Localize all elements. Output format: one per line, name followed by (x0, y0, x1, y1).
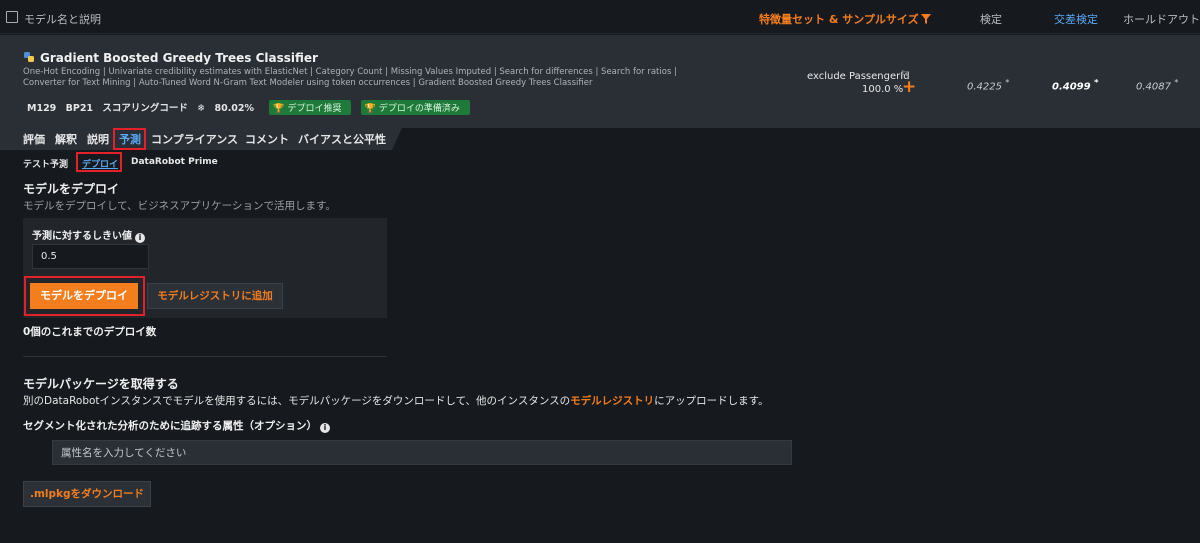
cv-score: 0.4099 * (1052, 77, 1098, 92)
attribute-label: セグメント化された分析のために追跡する属性（オプション） i (23, 418, 330, 433)
attribute-label-text: セグメント化された分析のために追跡する属性（オプション） (23, 420, 317, 432)
download-mlpkg-button[interactable]: .mlpkgをダウンロード (23, 481, 151, 507)
model-title[interactable]: Gradient Boosted Greedy Trees Classifier (40, 51, 318, 65)
cross-validation-column-header[interactable]: 交差検定 (1054, 11, 1098, 27)
tab-evaluate[interactable]: 評価 (23, 131, 45, 147)
feature-set-label: 特徴量セット & サンプルサイズ (759, 13, 919, 26)
model-tabs: 評価 解釈 説明 予測 コンプライアンス コメント バイアスと公平性 (0, 128, 402, 150)
cv-score-value: 0.4099 (1052, 81, 1091, 93)
tab-comments[interactable]: コメント (245, 131, 289, 147)
validation-column-header[interactable]: 検定 (980, 11, 1002, 27)
validation-score: 0.4225 * (967, 77, 1009, 92)
tab-describe[interactable]: 説明 (87, 131, 109, 147)
model-card[interactable]: Gradient Boosted Greedy Trees Classifier… (0, 35, 1200, 128)
scoring-code-label: スコアリングコード (102, 103, 188, 114)
add-to-registry-button[interactable]: モデルレジストリに追加 (147, 283, 283, 309)
tab-bias-fairness[interactable]: バイアスと公平性 (298, 131, 386, 147)
model-name-column-header[interactable]: モデル名と説明 (24, 11, 101, 27)
score-marker: * (1094, 77, 1099, 87)
info-icon[interactable]: i (135, 233, 145, 243)
deploy-model-button[interactable]: モデルをデプロイ (30, 283, 138, 309)
recommended-badge: 🏆 デプロイ推奨 (269, 100, 352, 115)
package-description: 別のDataRobotインスタンスでモデルを使用するには、モデルパッケージをダウ… (23, 393, 769, 408)
ready-badge-label: デプロイの準備済み (378, 104, 460, 114)
threshold-label: 予測に対するしきい値 i (32, 227, 145, 243)
sample-size: 100.0 % (862, 84, 904, 95)
snowflake-icon: ❄ (197, 103, 206, 114)
subtab-test-predictions[interactable]: テスト予測 (23, 157, 68, 170)
section-divider (23, 356, 387, 357)
info-icon[interactable]: i (320, 423, 330, 433)
threshold-label-text: 予測に対するしきい値 (32, 231, 132, 242)
python-icon (24, 52, 34, 62)
feature-set-column-header[interactable]: 特徴量セット & サンプルサイズ (759, 11, 931, 27)
deploy-subtitle: モデルをデプロイして、ビジネスアプリケーションで活用します。 (23, 200, 336, 212)
recommended-badge-label: デプロイ推奨 (287, 104, 342, 114)
model-description: One-Hot Encoding | Univariate credibilit… (23, 67, 677, 88)
select-all-checkbox[interactable] (6, 11, 18, 23)
deploy-title: モデルをデプロイ (23, 182, 120, 196)
validation-score-value: 0.4225 (967, 81, 1002, 93)
subtab-datarobot-prime[interactable]: DataRobot Prime (131, 157, 218, 167)
model-meta: M129 BP21 スコアリングコード ❄ 80.02% 🏆 デプロイ推奨 🏆 … (27, 100, 476, 115)
model-id: M129 (27, 103, 57, 114)
holdout-score: 0.4087 * (1136, 77, 1178, 92)
tab-understand[interactable]: 解釈 (55, 131, 77, 147)
package-text-after: にアップロードします。 (654, 395, 769, 407)
model-registry-link[interactable]: モデルレジストリ (570, 395, 654, 407)
package-title: モデルパッケージを取得する (23, 377, 179, 391)
attribute-input[interactable] (52, 440, 792, 465)
tab-compliance[interactable]: コンプライアンス (151, 131, 238, 147)
deployment-count: 0個のこれまでのデプロイ数 (23, 326, 157, 338)
add-sample-size-icon[interactable]: + (902, 79, 916, 96)
threshold-input[interactable]: 0.5 (32, 244, 149, 269)
predict-tab-highlight (113, 128, 146, 150)
score-marker: * (1005, 77, 1010, 87)
score-marker: * (1174, 77, 1179, 87)
deploy-subtab-highlight (76, 152, 122, 172)
leaderboard-header: モデル名と説明 特徴量セット & サンプルサイズ 検定 交差検定 ホールドアウト (0, 0, 1200, 34)
accuracy-metric: ❄ 80.02% (197, 103, 260, 114)
filter-icon[interactable] (920, 14, 931, 24)
blueprint-id: BP21 (65, 103, 94, 114)
holdout-score-value: 0.4087 (1136, 81, 1171, 93)
accuracy-value: 80.02% (214, 103, 255, 114)
holdout-column-header[interactable]: ホールドアウト (1123, 11, 1200, 27)
feature-list-name[interactable]: exclude PassengerId (807, 71, 910, 82)
package-text-before: 別のDataRobotインスタンスでモデルを使用するには、モデルパッケージをダウ… (23, 395, 571, 407)
ready-badge: 🏆 デプロイの準備済み (360, 100, 470, 115)
